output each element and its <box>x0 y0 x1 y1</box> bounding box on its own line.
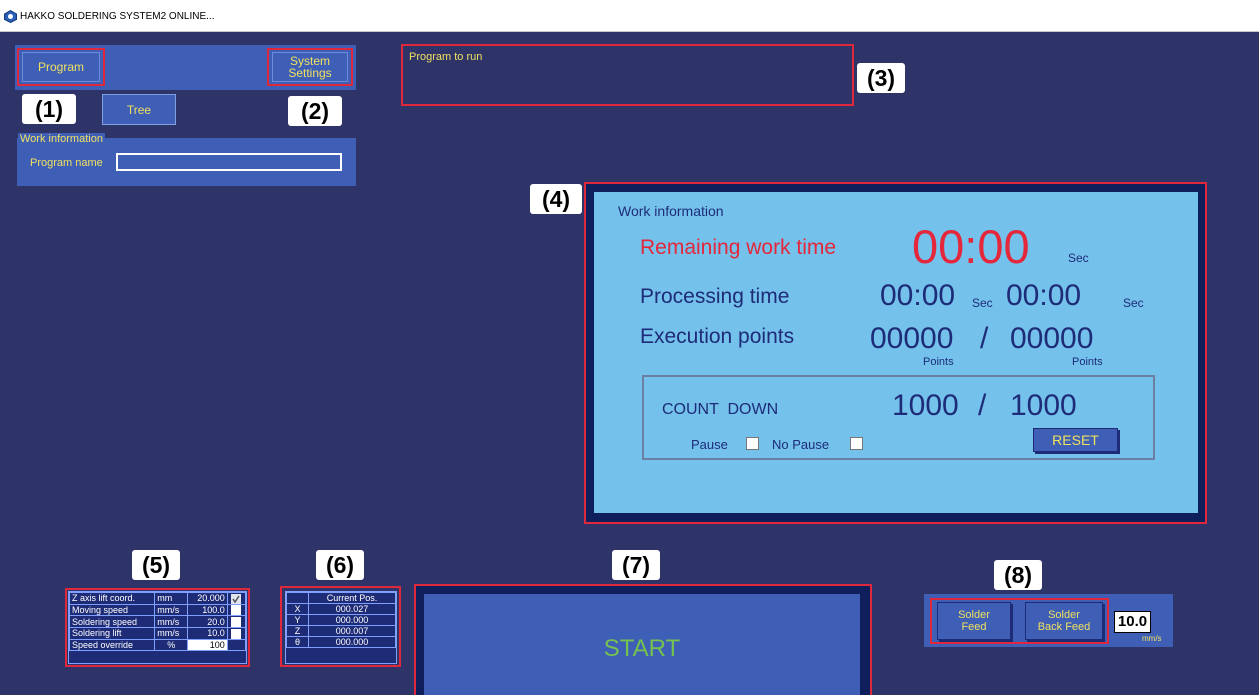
callout-frame-1 <box>17 48 105 86</box>
callout-7: (7) <box>612 550 660 580</box>
callout-1: (1) <box>22 94 76 124</box>
window-title: HAKKO SOLDERING SYSTEM2 ONLINE... <box>20 11 215 22</box>
callout-frame-8 <box>930 598 1109 644</box>
feed-rate-unit: mm/s <box>1142 634 1162 643</box>
callout-2: (2) <box>288 96 342 126</box>
program-name-label: Program name <box>30 157 103 169</box>
callout-frame-2 <box>267 48 353 86</box>
callout-8: (8) <box>994 560 1042 590</box>
program-name-field[interactable] <box>116 153 342 171</box>
callout-frame-4 <box>584 182 1207 524</box>
feed-rate-input[interactable]: 10.0 <box>1114 611 1151 633</box>
work-info-legend: Work information <box>18 133 105 145</box>
tree-button[interactable]: Tree <box>102 94 176 125</box>
callout-frame-5 <box>65 588 250 667</box>
callout-frame-3 <box>401 44 854 106</box>
callout-3: (3) <box>857 63 905 93</box>
callout-5: (5) <box>132 550 180 580</box>
tree-button-label: Tree <box>126 102 152 117</box>
callout-4: (4) <box>530 184 582 214</box>
callout-frame-6 <box>280 586 401 667</box>
title-bar: HAKKO SOLDERING SYSTEM2 ONLINE... <box>0 0 1259 32</box>
app-icon <box>4 10 17 23</box>
callout-frame-7 <box>414 584 872 695</box>
callout-6: (6) <box>316 550 364 580</box>
